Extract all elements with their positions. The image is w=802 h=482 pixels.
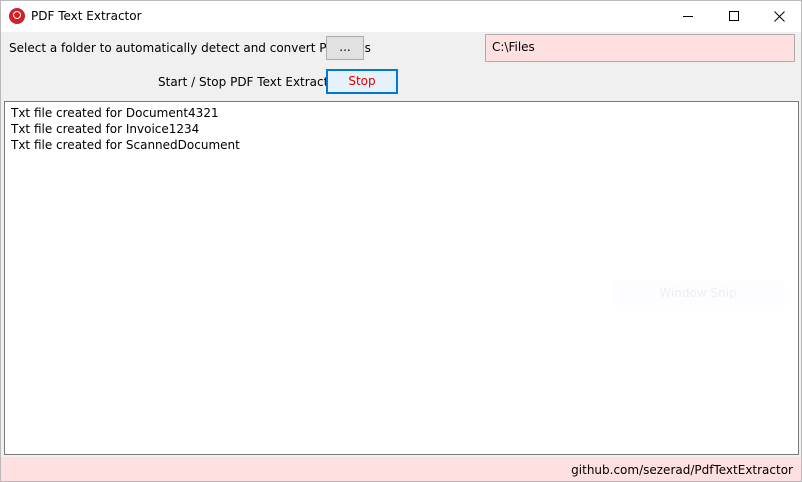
github-link[interactable]: github.com/sezerad/PdfTextExtractor	[571, 463, 793, 477]
log-line: Txt file created for ScannedDocument	[11, 138, 240, 152]
app-window: PDF Text Extractor Select a folder to au…	[0, 0, 802, 482]
folder-select-label: Select a folder to automatically detect …	[9, 41, 371, 55]
maximize-icon	[729, 11, 739, 21]
log-output[interactable]: Txt file created for Document4321 Txt fi…	[4, 101, 799, 455]
maximize-button[interactable]	[711, 1, 757, 32]
folder-path-field[interactable]: C:\Files	[485, 34, 795, 62]
status-footer: github.com/sezerad/PdfTextExtractor	[1, 457, 801, 481]
minimize-icon	[683, 16, 693, 17]
minimize-button[interactable]	[665, 1, 711, 32]
pdf-app-icon	[9, 8, 25, 24]
browse-folder-button[interactable]: ...	[326, 36, 364, 60]
start-stop-label: Start / Stop PDF Text Extractor	[158, 75, 341, 89]
window-snip-overlay: Window Snip	[611, 281, 785, 305]
window-title: PDF Text Extractor	[31, 9, 142, 23]
log-line: Txt file created for Document4321	[11, 106, 219, 120]
stop-button[interactable]: Stop	[326, 69, 398, 94]
title-bar[interactable]: PDF Text Extractor	[1, 1, 801, 32]
close-icon	[774, 11, 785, 22]
log-line: Txt file created for Invoice1234	[11, 122, 200, 136]
close-button[interactable]	[756, 1, 801, 32]
